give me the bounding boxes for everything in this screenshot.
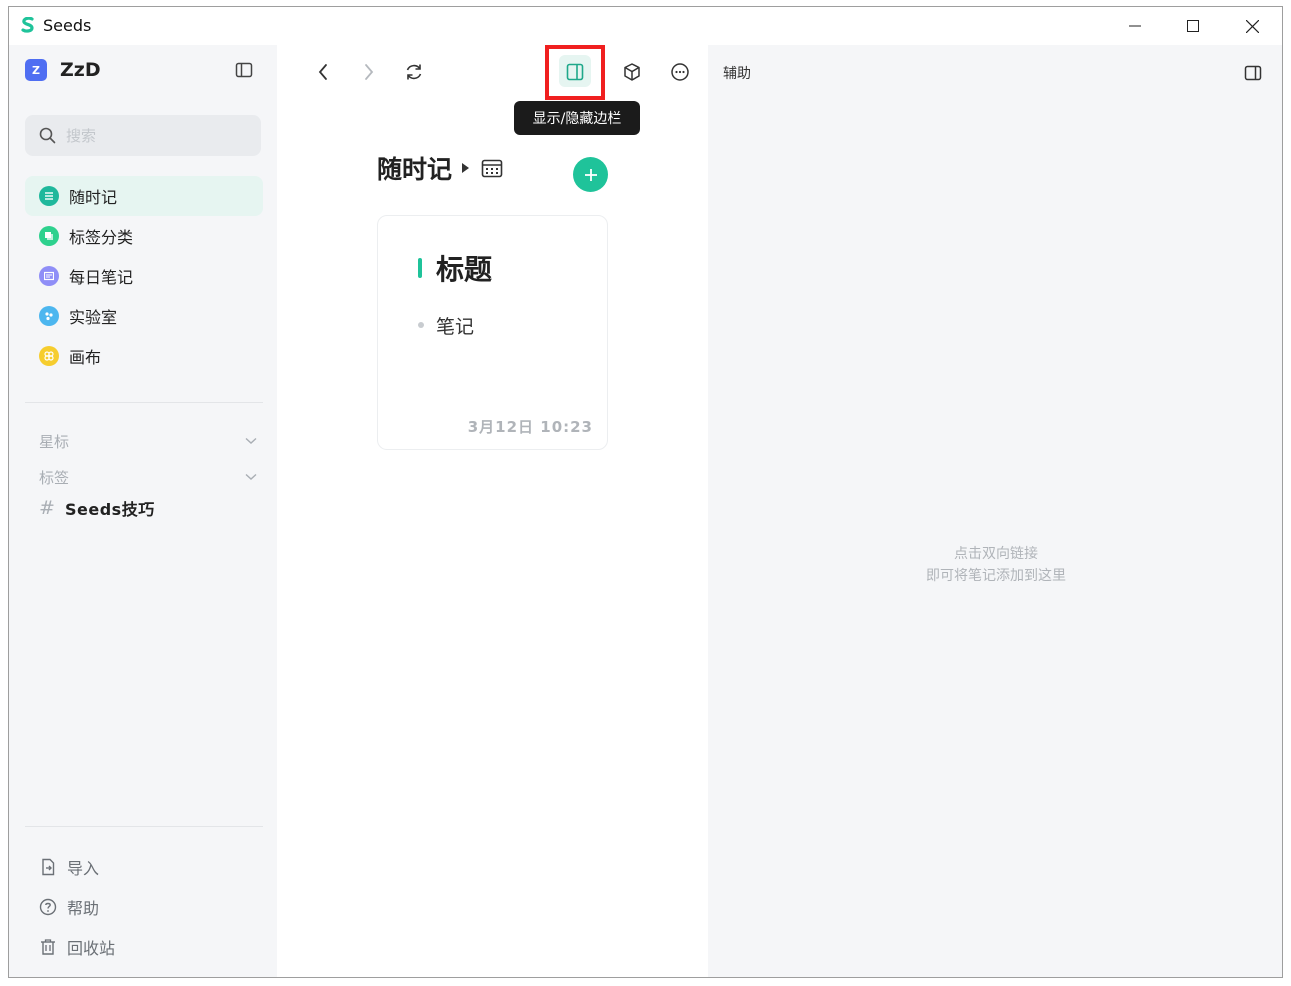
- workspace-switcher[interactable]: Z ZzD: [25, 59, 101, 81]
- heading-marker: [418, 258, 422, 278]
- hash-icon: #: [39, 497, 55, 519]
- import-icon: [42, 858, 55, 876]
- notes-icon: [39, 186, 59, 206]
- section-label: 星标: [39, 432, 70, 451]
- cube-icon: [624, 63, 640, 81]
- note-title: 标题: [436, 253, 493, 286]
- sidebar-nav: 随时记 标签分类 每日笔记 实验室 画布: [25, 176, 263, 376]
- trash-label: 回收站: [67, 939, 116, 958]
- sidebar-panel-icon: [566, 63, 584, 81]
- list-header: 随时记: [377, 153, 503, 184]
- bullet-dot: [418, 322, 424, 328]
- empty-state: 点击双向链接 即可将笔记添加到这里: [708, 543, 1282, 587]
- tag-item-seeds-tips[interactable]: # Seeds技巧: [39, 496, 155, 520]
- auxiliary-panel: 辅助 点击双向链接 即可将笔记添加到这里: [708, 45, 1282, 977]
- sidebar-item-daily-notes[interactable]: 每日笔记: [25, 256, 263, 296]
- canvas-icon: [39, 346, 59, 366]
- sidebar-item-lab[interactable]: 实验室: [25, 296, 263, 336]
- chevron-right-icon: [365, 64, 374, 80]
- sidebar-item-notes[interactable]: 随时记: [25, 176, 263, 216]
- sidebar-item-label: 随时记: [69, 188, 118, 207]
- lab-icon: [39, 306, 59, 326]
- title-bar: Seeds: [9, 7, 1282, 45]
- calendar-icon[interactable]: [481, 158, 503, 178]
- forward-button[interactable]: [357, 60, 381, 84]
- window-title: Seeds: [43, 16, 92, 35]
- sidebar-divider: [25, 402, 263, 403]
- tag-label: Seeds技巧: [65, 500, 155, 519]
- minimize-button[interactable]: [1106, 7, 1164, 45]
- search-input[interactable]: 搜索: [25, 115, 261, 156]
- cube-button[interactable]: [620, 60, 644, 84]
- trash-icon: [41, 939, 55, 955]
- more-options-button[interactable]: [668, 60, 692, 84]
- app-window: Seeds Z ZzD 搜索 随时记 标签分类 每日笔记 实验室 画布 星标 标…: [8, 6, 1283, 978]
- empty-state-line: 即可将笔记添加到这里: [926, 568, 1066, 584]
- note-date: 3月12日 10:23: [467, 418, 593, 436]
- refresh-icon: [406, 64, 422, 80]
- note-card[interactable]: 标题 笔记 3月12日 10:23: [377, 215, 608, 450]
- sidebar-item-label: 标签分类: [69, 228, 134, 247]
- chevron-down-icon: [245, 437, 257, 444]
- add-note-button[interactable]: [573, 157, 608, 192]
- page-title: 随时记: [377, 155, 453, 184]
- note-body: 笔记: [436, 316, 475, 338]
- chevron-left-icon: [318, 64, 327, 80]
- search-icon: [39, 127, 56, 144]
- minimize-icon: [1129, 25, 1141, 27]
- refresh-button[interactable]: [402, 60, 426, 84]
- help-button[interactable]: 帮助: [39, 895, 99, 919]
- section-starred[interactable]: 星标: [25, 429, 263, 453]
- import-button[interactable]: 导入: [39, 855, 99, 879]
- sidebar-item-label: 画布: [69, 348, 102, 367]
- caret-right-icon[interactable]: [462, 163, 470, 173]
- sidebar-divider: [25, 826, 263, 827]
- close-icon: [1245, 19, 1259, 33]
- daily-note-icon: [39, 266, 59, 286]
- seeds-logo-icon: [21, 17, 34, 33]
- sidebar-panel-icon[interactable]: [1243, 63, 1263, 83]
- notes-panel: 显示/隐藏边栏 随时记 标题 笔记 3月12日 10:23: [277, 45, 708, 977]
- collapse-sidebar-icon[interactable]: [234, 60, 254, 80]
- sidebar-item-tag-category[interactable]: 标签分类: [25, 216, 263, 256]
- workspace-name: ZzD: [60, 59, 101, 81]
- empty-state-line: 点击双向链接: [954, 546, 1038, 562]
- sidebar-item-label: 实验室: [69, 308, 118, 327]
- section-tags[interactable]: 标签: [25, 465, 263, 489]
- sidebar-item-canvas[interactable]: 画布: [25, 336, 263, 376]
- help-icon: [39, 898, 57, 916]
- back-button[interactable]: [311, 60, 335, 84]
- maximize-button[interactable]: [1164, 7, 1222, 45]
- panel-title: 辅助: [723, 66, 751, 82]
- maximize-icon: [1187, 20, 1199, 32]
- sidebar-item-label: 每日笔记: [69, 268, 134, 287]
- plus-icon: [584, 168, 597, 181]
- tag-category-icon: [39, 226, 59, 246]
- close-button[interactable]: [1223, 7, 1281, 45]
- tooltip: 显示/隐藏边栏: [514, 101, 640, 135]
- more-icon: [671, 63, 689, 81]
- search-placeholder: 搜索: [66, 127, 97, 145]
- toggle-sidebar-button-icon[interactable]: [563, 60, 587, 84]
- help-label: 帮助: [67, 899, 100, 918]
- section-label: 标签: [39, 468, 70, 487]
- sidebar: Z ZzD 搜索 随时记 标签分类 每日笔记 实验室 画布 星标 标签 # Se…: [9, 45, 277, 977]
- workspace-avatar: Z: [25, 59, 47, 81]
- trash-button[interactable]: 回收站: [39, 935, 115, 959]
- chevron-down-icon: [245, 473, 257, 480]
- import-label: 导入: [67, 859, 100, 878]
